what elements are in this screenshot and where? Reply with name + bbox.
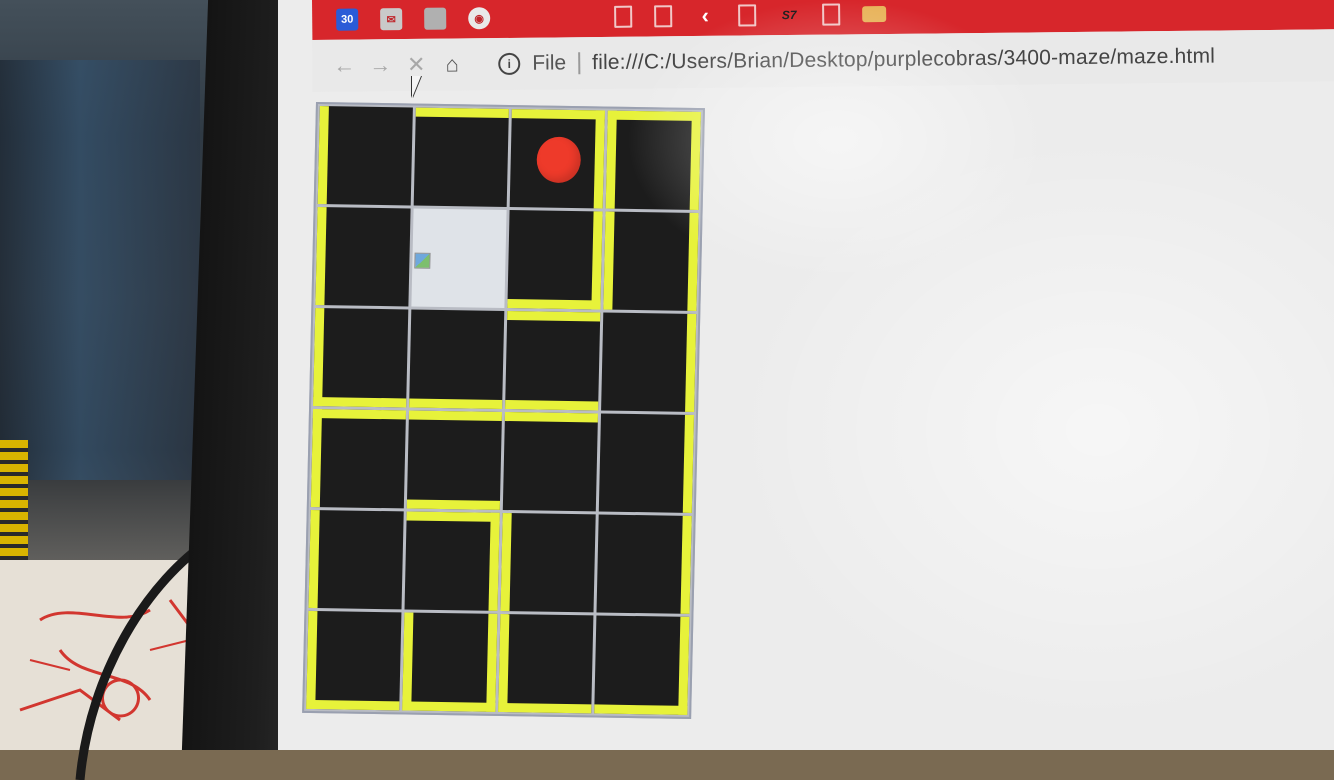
info-icon[interactable]: i: [498, 52, 521, 76]
scheme-label: File: [532, 51, 567, 75]
shield-icon[interactable]: ◉: [468, 7, 491, 30]
maze-cell: [317, 106, 413, 206]
maze-cell: [411, 208, 507, 308]
maze-cell: [596, 514, 692, 614]
player-ball: [536, 136, 582, 184]
bookmarks-spacer: [512, 17, 592, 18]
background-shelf: [0, 60, 200, 480]
maze-container: [302, 102, 705, 719]
folder-icon[interactable]: [862, 5, 887, 23]
s7-icon[interactable]: S7: [778, 4, 800, 26]
maze-cell: [308, 509, 404, 610]
maze-cell: [306, 610, 402, 711]
maze-cell: [402, 612, 498, 712]
broken-image-icon: [414, 252, 431, 269]
maze-cell: [500, 512, 596, 613]
maze-cell: [505, 311, 601, 411]
forward-button[interactable]: →: [362, 47, 398, 83]
monitor-screen: 30 ✉ ◉ ‹ S7 ← → ✕ ⌂ i File file:///C:/Us…: [278, 0, 1334, 750]
maze-cell: [409, 309, 505, 409]
calendar-icon[interactable]: 30: [336, 8, 359, 31]
address-divider: [577, 52, 581, 75]
doc-icon[interactable]: [738, 4, 757, 27]
maze-cell: [598, 413, 694, 513]
maze-cell: [310, 408, 407, 509]
maze-cell: [594, 615, 690, 715]
maze-cell: [406, 410, 503, 510]
maze-cell: [498, 613, 594, 714]
browser-toolbar: ← → ✕ ⌂ i File file:///C:/Users/Brian/De…: [312, 29, 1334, 92]
url-text[interactable]: file:///C:/Users/Brian/Desktop/purplecob…: [592, 45, 1215, 76]
maze-cell: [605, 110, 701, 211]
maze-cell: [603, 211, 699, 311]
maze-cell: [315, 207, 411, 307]
gmail-icon[interactable]: ✉: [380, 8, 403, 31]
maze-cell: [509, 109, 605, 209]
mouse-cursor: [412, 76, 421, 98]
maze-grid: [302, 102, 705, 719]
apple-icon[interactable]: [424, 7, 447, 30]
doc-icon[interactable]: [654, 5, 673, 28]
doc-icon[interactable]: [614, 5, 633, 28]
home-button[interactable]: ⌂: [434, 46, 470, 82]
background-yellow-object: [0, 440, 28, 570]
maze-cell: [601, 312, 697, 412]
maze-cell: [404, 511, 500, 611]
doc-icon[interactable]: [822, 3, 841, 26]
back-button[interactable]: ←: [326, 47, 362, 83]
maze-cell: [413, 107, 509, 208]
back-icon[interactable]: ‹: [694, 3, 716, 28]
address-bar[interactable]: i File file:///C:/Users/Brian/Desktop/pu…: [498, 39, 1215, 83]
maze-cell: [507, 210, 603, 310]
maze-cell: [502, 411, 599, 512]
maze-cell: [313, 308, 409, 408]
